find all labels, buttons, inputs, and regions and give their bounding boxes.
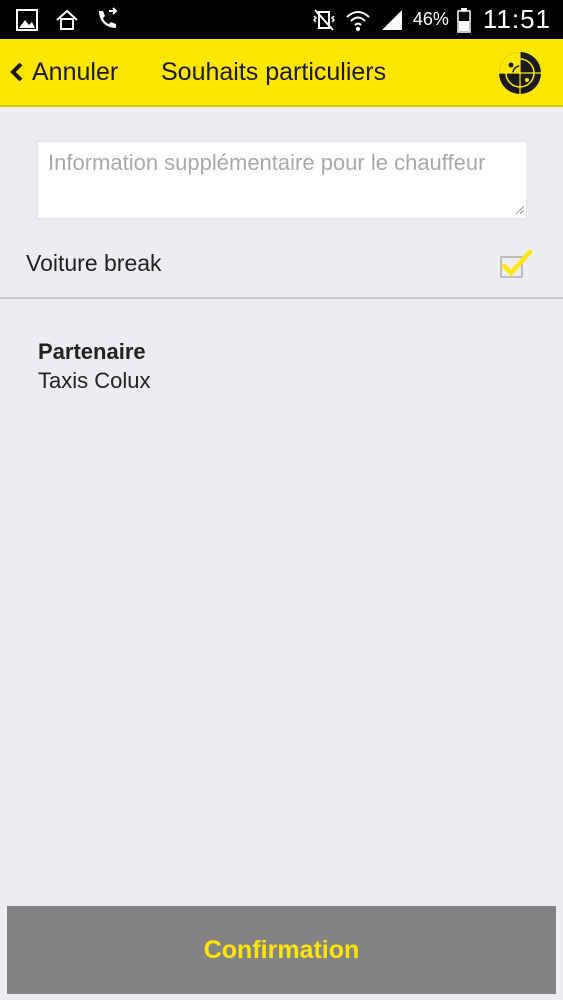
resize-grip-icon: [516, 206, 524, 214]
signal-icon: [381, 9, 402, 30]
driver-info-field[interactable]: [37, 141, 527, 219]
radar-icon[interactable]: [497, 50, 543, 96]
status-right-icons: 46% 11:51: [311, 0, 551, 39]
gallery-icon: [16, 9, 38, 31]
status-left-icons: [14, 7, 120, 33]
page-title: Souhaits particuliers: [161, 58, 387, 86]
app-header: Annuler Souhaits particuliers: [0, 39, 563, 107]
confirm-button[interactable]: Confirmation: [7, 906, 556, 994]
home-icon: [56, 9, 78, 30]
status-bar: 46% 11:51: [0, 0, 563, 39]
vibrate-mute-icon: [312, 8, 335, 31]
battery-percent: 46%: [412, 9, 449, 29]
estate-car-checkbox[interactable]: [498, 246, 534, 280]
partner-section: Partenaire Taxis Colux: [38, 338, 150, 396]
estate-car-label: Voiture break: [26, 250, 162, 276]
estate-car-row[interactable]: Voiture break: [0, 230, 563, 297]
wifi-icon: [346, 10, 370, 31]
call-forward-icon: [99, 7, 118, 28]
back-label: Annuler: [32, 57, 119, 86]
chevron-left-icon: [10, 62, 23, 82]
divider: [0, 297, 563, 299]
battery-icon: [457, 7, 471, 33]
partner-name: Taxis Colux: [38, 368, 151, 393]
clock: 11:51: [482, 4, 551, 34]
back-button[interactable]: Annuler: [6, 39, 118, 105]
partner-heading: Partenaire: [38, 339, 146, 364]
